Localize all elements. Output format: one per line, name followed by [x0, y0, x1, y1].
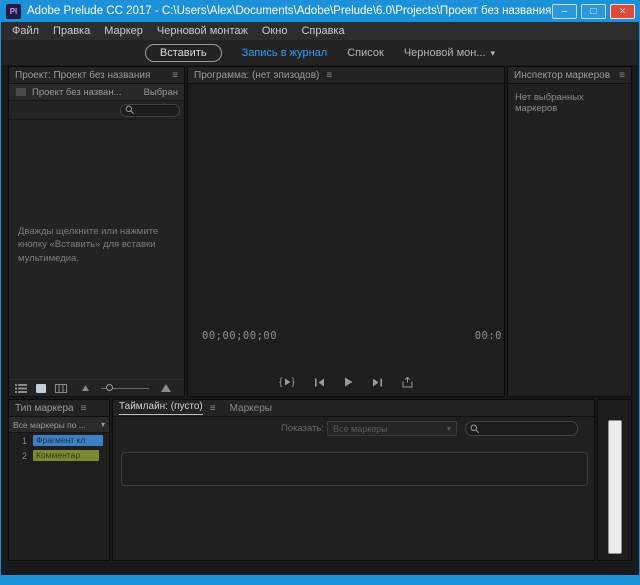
maximize-button[interactable]: □	[581, 4, 606, 19]
inspector-panel-tab[interactable]: Инспектор маркеров	[514, 70, 610, 81]
timeline-panel-menu-icon[interactable]: ≡	[210, 403, 216, 414]
play-icon[interactable]	[344, 377, 353, 387]
thumbnail-zoom-slider[interactable]	[101, 388, 149, 389]
marker-type-number: 2	[13, 451, 27, 461]
project-bin-name: Проект без назван...	[32, 87, 122, 98]
menu-window[interactable]: Окно	[255, 25, 295, 37]
project-bin-icon	[15, 87, 27, 97]
filmstrip-view-icon[interactable]	[55, 384, 67, 393]
program-monitor-panel: Программа: (нет эпизодов) ≡ 00;00;00;00 …	[187, 66, 505, 397]
show-label: Показать:	[281, 423, 324, 434]
marker-type-row-comment[interactable]: 2 Комментар	[9, 448, 109, 463]
menu-roughcut[interactable]: Черновой монтаж	[150, 25, 255, 37]
menu-file[interactable]: Файл	[5, 25, 46, 37]
duration-timecode: 00:0	[475, 330, 502, 342]
project-panel-tab[interactable]: Проект: Проект без названия	[15, 70, 150, 81]
chevron-down-icon: ▾	[101, 420, 105, 429]
menu-bar: Файл Правка Маркер Черновой монтаж Окно …	[1, 22, 639, 40]
marker-type-panel-tab[interactable]: Тип маркера	[15, 403, 74, 414]
inspector-panel-menu-icon[interactable]: ≡	[619, 70, 625, 81]
ingest-button[interactable]: Вставить	[145, 44, 222, 62]
project-panel-menu-icon[interactable]: ≡	[172, 70, 178, 81]
project-search-row	[9, 101, 184, 120]
timeline-toolbar: Показать: Все маркеры ▾	[113, 417, 594, 441]
timeline-scroll-strip	[597, 399, 632, 561]
marker-type-number: 1	[13, 436, 27, 446]
project-footer-bar	[9, 379, 184, 396]
project-panel-header: Проект: Проект без названия ≡	[9, 67, 184, 84]
vertical-scrollbar-track[interactable]	[608, 420, 622, 554]
tab-markers[interactable]: Маркеры	[230, 403, 272, 414]
tab-timeline[interactable]: Таймлайн: (пусто)	[119, 401, 203, 415]
project-bin-row[interactable]: Проект без назван... Выбран	[9, 84, 184, 101]
inspector-empty-text: Нет выбранных маркеров	[508, 84, 631, 122]
zoom-slider-knob[interactable]	[106, 384, 113, 391]
marker-type-row-subclip[interactable]: 1 Фрагмент кл	[9, 433, 109, 448]
marker-type-panel-header: Тип маркера ≡	[9, 400, 109, 417]
inspector-panel-header: Инспектор маркеров ≡	[508, 67, 631, 84]
project-empty-hint: Дважды щелкните или нажмите кнопку «Вста…	[18, 225, 170, 265]
list-view-icon[interactable]	[15, 384, 27, 393]
current-timecode: 00;00;00;00	[202, 330, 277, 342]
workspace-tab-roughcut-label: Черновой мон...	[404, 47, 486, 59]
marker-type-color-bar[interactable]: Фрагмент кл	[33, 435, 103, 446]
menu-help[interactable]: Справка	[294, 25, 351, 37]
marker-filter-dropdown[interactable]: Все маркеры по ... ▾	[9, 417, 109, 433]
window-left-border	[0, 0, 1, 585]
timeline-panel: Таймлайн: (пусто) ≡ Маркеры Показать: Вс…	[112, 399, 595, 561]
transport-controls: {}	[188, 373, 504, 391]
marker-type-panel: Тип маркера ≡ Все маркеры по ... ▾ 1 Фра…	[8, 399, 110, 561]
program-panel-tab[interactable]: Программа: (нет эпизодов)	[194, 70, 319, 81]
chevron-down-icon[interactable]: ▾	[491, 48, 496, 58]
marker-filter-value: Все маркеры по ...	[13, 420, 86, 430]
menu-marker[interactable]: Маркер	[97, 25, 150, 37]
timeline-panel-header: Таймлайн: (пусто) ≡ Маркеры	[113, 400, 594, 417]
workspace-bar: Вставить Запись в журнал Список Черновой…	[1, 40, 639, 65]
step-forward-icon[interactable]	[372, 378, 383, 387]
timeline-empty-placeholder	[121, 452, 588, 486]
marker-inspector-panel: Инспектор маркеров ≡ Нет выбранных марке…	[507, 66, 632, 397]
window-controls: – □ ×	[552, 4, 635, 19]
timeline-filter-value: Все маркеры	[333, 424, 388, 434]
vertical-scrollbar-thumb[interactable]	[608, 420, 622, 554]
window-title: Adobe Prelude CC 2017 - C:\Users\Alex\Do…	[27, 5, 551, 17]
workspace-tab-list[interactable]: Список	[347, 47, 384, 59]
program-panel-header: Программа: (нет эпизодов) ≡	[188, 67, 504, 84]
zoom-out-icon[interactable]	[82, 385, 89, 391]
workspace-tab-roughcut[interactable]: Черновой мон... ▾	[404, 47, 495, 59]
project-selected-label: Выбран	[144, 87, 178, 98]
close-button[interactable]: ×	[610, 4, 635, 19]
export-icon[interactable]	[402, 377, 413, 388]
project-panel: Проект: Проект без названия ≡ Проект без…	[8, 66, 185, 397]
timeline-filter-dropdown[interactable]: Все маркеры ▾	[327, 421, 457, 436]
play-in-to-out-icon[interactable]: {}	[279, 377, 295, 388]
project-search-input[interactable]	[120, 104, 180, 117]
program-panel-menu-icon[interactable]: ≡	[326, 70, 332, 81]
timeline-search-input[interactable]	[465, 421, 578, 436]
marker-type-panel-menu-icon[interactable]: ≡	[81, 403, 87, 414]
thumbnail-view-icon[interactable]	[36, 384, 46, 393]
step-back-icon[interactable]	[314, 378, 325, 387]
title-bar: Pl Adobe Prelude CC 2017 - C:\Users\Alex…	[0, 0, 640, 22]
chevron-down-icon: ▾	[447, 424, 451, 433]
zoom-in-icon[interactable]	[161, 384, 171, 392]
workspace-tab-logging[interactable]: Запись в журнал	[242, 47, 328, 59]
timeline-search-icon	[470, 424, 480, 434]
prelude-app-icon: Pl	[6, 4, 21, 19]
marker-type-color-bar[interactable]: Комментар	[33, 450, 99, 461]
menu-edit[interactable]: Правка	[46, 25, 97, 37]
window-bottom-border	[0, 575, 640, 585]
project-search-icon	[125, 105, 135, 115]
minimize-button[interactable]: –	[552, 4, 577, 19]
